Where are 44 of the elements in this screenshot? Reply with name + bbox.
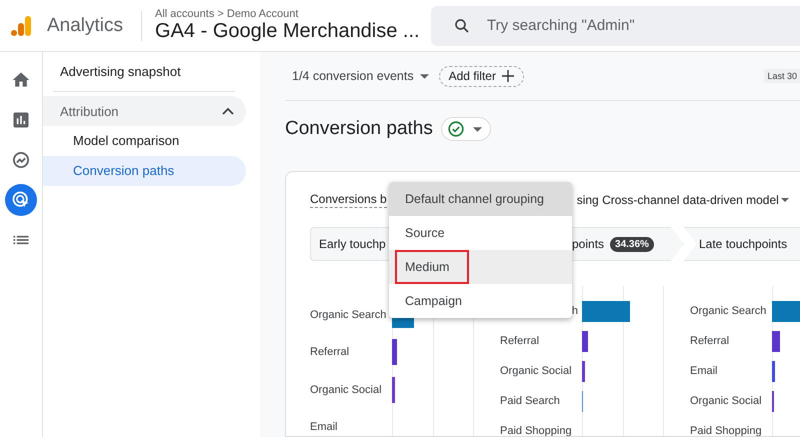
caret-icon — [780, 198, 789, 202]
search-field[interactable]: Try searching "Admin" — [431, 6, 800, 46]
channel-label: Referral — [690, 335, 730, 347]
percent-badge: 34.36% — [610, 236, 654, 252]
events-dropdown[interactable]: 1/4 conversion events — [292, 69, 429, 83]
dimension-link[interactable]: Conversions b — [310, 192, 387, 208]
touchpoint-tab[interactable]: Late touchpoints — [684, 227, 800, 261]
account-breadcrumb[interactable]: All accounts > Demo Account — [155, 8, 426, 20]
status-dropdown[interactable] — [440, 117, 491, 141]
channel-label: Organic Social — [500, 365, 573, 377]
channel-label: h — [570, 305, 579, 317]
sidebar-item[interactable]: Advertising snapshot — [43, 62, 260, 82]
channel-label: Paid Search — [500, 395, 561, 407]
search-input[interactable]: Try searching "Admin" — [485, 16, 800, 35]
logo-icon — [9, 14, 33, 38]
channel-label: Paid Shopping — [690, 425, 763, 436]
channel-label: Organic Social — [690, 395, 763, 407]
sidebar-item[interactable]: Conversion paths — [43, 156, 246, 186]
channel-label: Paid Shopping — [500, 425, 573, 436]
sidebar-item[interactable]: Model comparison — [43, 126, 246, 156]
channel-label: Email — [690, 365, 719, 377]
property-selector[interactable]: GA4 - Google Merchandise ... — [155, 20, 426, 43]
target-cursor-icon[interactable] — [5, 184, 37, 216]
channel-label: Email — [310, 421, 339, 434]
channel-label: Organic Social — [310, 384, 383, 396]
channel-label: Organic Search — [690, 305, 768, 317]
add-filter-button[interactable]: Add filter — [438, 66, 524, 86]
check-circle-icon — [448, 121, 464, 137]
caret-icon — [420, 74, 429, 78]
channel-label: Organic Search — [310, 308, 388, 321]
menu-item[interactable]: Campaign — [389, 284, 572, 318]
channel-label: Referral — [310, 346, 350, 358]
channel-label: Referral — [500, 335, 540, 347]
model-dropdown[interactable]: sing Cross-channel data-driven model — [576, 193, 789, 207]
menu-item[interactable]: Medium — [389, 250, 572, 284]
app-name: Analytics — [47, 14, 124, 36]
menu-item[interactable]: Default channel grouping — [389, 182, 572, 216]
search-icon — [453, 16, 472, 34]
page-title: Conversion paths — [285, 118, 433, 140]
caret-icon — [472, 126, 482, 132]
plus-icon — [502, 70, 514, 82]
date-range-button[interactable]: Last 30 — [764, 69, 800, 83]
chevron-icon — [222, 107, 234, 115]
sidebar-group[interactable]: Attribution — [43, 96, 246, 126]
